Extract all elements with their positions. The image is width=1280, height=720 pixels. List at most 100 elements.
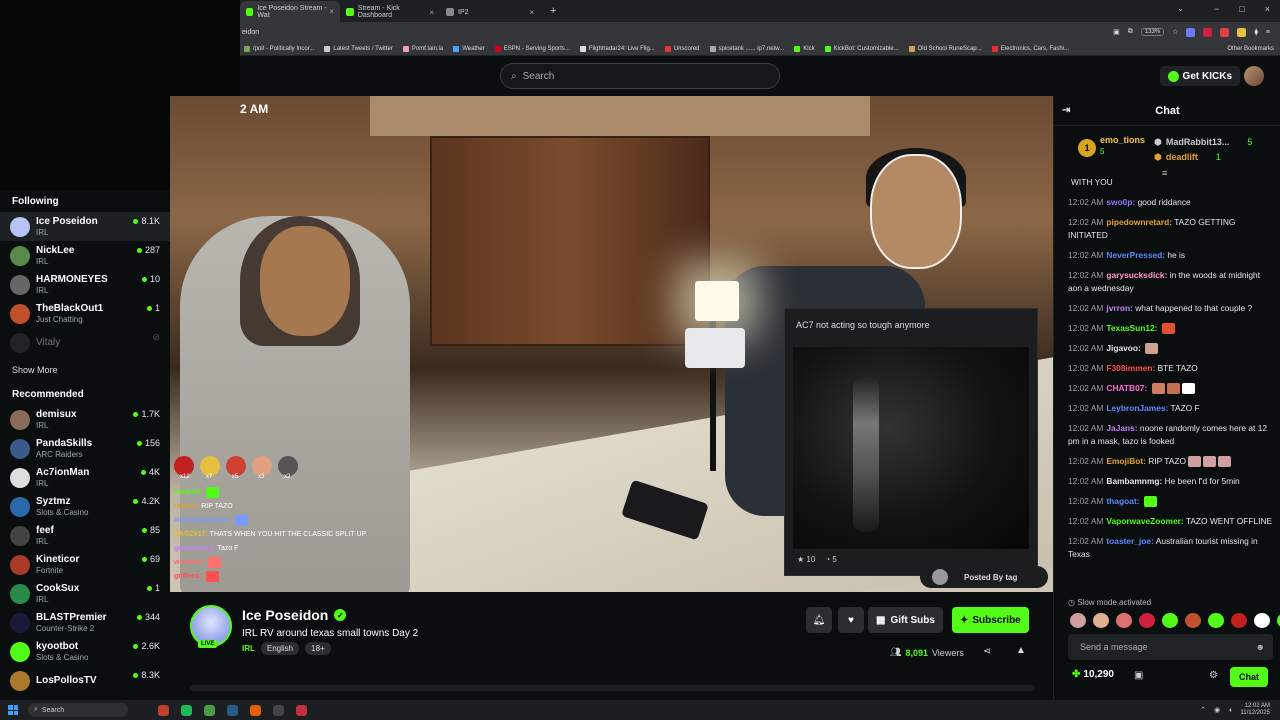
gifter-row[interactable]: ⬢ deadlift 1 <box>1154 150 1252 165</box>
bookmark-item[interactable]: Electronics, Cars, Fashi... <box>991 45 1069 52</box>
message-username[interactable]: toaster_joe: <box>1106 536 1153 546</box>
extensions-puzzle-icon[interactable]: ⧫ <box>1254 28 1257 36</box>
quick-emote-button[interactable] <box>1162 613 1178 628</box>
channel-item[interactable]: Syztmz Slots & Casino 4.2K <box>0 492 170 521</box>
tab-close-icon[interactable]: × <box>329 7 334 16</box>
windows-start-icon[interactable] <box>8 705 18 715</box>
follow-heart-button[interactable]: ♥ <box>838 607 864 633</box>
message-username[interactable]: pipedownretard: <box>1106 217 1172 227</box>
browser-tab[interactable]: Stream - Kick Dashboard × <box>340 2 440 22</box>
message-username[interactable]: Jigavoo: <box>1106 343 1140 353</box>
extension-icon[interactable] <box>1186 27 1196 37</box>
quick-emote-button[interactable] <box>1116 613 1132 628</box>
stream-category-link[interactable]: IRL <box>242 644 255 653</box>
report-icon[interactable]: ▲ <box>1016 645 1026 656</box>
channel-item[interactable]: PandaSkills ARC Raiders 156 <box>0 434 170 463</box>
taskbar-app-icon[interactable] <box>158 704 169 716</box>
message-username[interactable]: garysucksdick: <box>1106 270 1167 280</box>
gift-subs-button[interactable]: ▦ Gift Subs <box>868 607 943 633</box>
quick-emote-button[interactable] <box>1139 613 1155 628</box>
bookmark-item[interactable]: Old School RuneScap... <box>908 45 982 52</box>
user-avatar[interactable] <box>1244 66 1264 86</box>
channel-item[interactable]: NickLee IRL 287 <box>0 241 170 270</box>
streamer-name[interactable]: Ice Poseidon <box>242 607 328 623</box>
emoji-picker-icon[interactable]: ☻ <box>1256 642 1265 652</box>
message-username[interactable]: NeverPressed: <box>1106 250 1165 260</box>
extension-icon[interactable] <box>1203 27 1213 37</box>
taskbar-search[interactable]: ⌕ Search <box>28 703 128 717</box>
bookmark-item[interactable]: Kick <box>794 45 815 52</box>
channel-item[interactable]: HARMONEYES IRL 10 <box>0 270 170 299</box>
network-icon[interactable]: ◉ <box>1214 706 1220 714</box>
message-username[interactable]: LeybronJames: <box>1106 403 1168 413</box>
channel-item[interactable]: LosPollosTV 8.3K <box>0 666 170 695</box>
top-gifter[interactable]: emo_tions 5 <box>1100 135 1145 156</box>
firefox-icon[interactable] <box>250 704 261 716</box>
extension-icon[interactable] <box>1220 27 1230 37</box>
browser-tab[interactable]: IP2 × <box>440 2 540 22</box>
tab-search-icon[interactable]: ⌄ <box>1177 4 1184 13</box>
gifter-row[interactable]: ⬢ MadRabbit13... 5 <box>1154 135 1252 150</box>
bookmark-item[interactable]: spicetank ...... ip7.netw... <box>709 45 784 52</box>
message-username[interactable]: Bambamnmg: <box>1106 476 1162 486</box>
other-bookmarks[interactable]: Other Bookmarks <box>1227 46 1274 52</box>
address-bar[interactable]: eidon ▣ ⧉ 133% ☆ ⧫ ≡ <box>240 22 1280 42</box>
share-icon[interactable]: ⋖ <box>983 646 991 657</box>
channel-item[interactable]: TheBlackOut1 Just Chatting 1 <box>0 299 170 328</box>
bookmark-item[interactable]: Unscored <box>664 45 700 52</box>
bookmark-item[interactable]: Flightradar24: Live Flig... <box>579 45 655 52</box>
chat-message-input[interactable]: Send a message ☻ <box>1068 634 1273 660</box>
message-username[interactable]: jvrron: <box>1106 303 1133 313</box>
message-username[interactable]: TexasSun12: <box>1106 323 1157 333</box>
cast-icon[interactable]: ⧉ <box>1128 28 1133 36</box>
channel-item[interactable]: Vitaly ⊘ <box>0 328 170 357</box>
spotify-icon[interactable] <box>181 704 192 716</box>
new-tab-button[interactable]: + <box>550 5 556 17</box>
channel-item[interactable]: Ice Poseidon IRL 8.1K <box>0 212 170 241</box>
tab-close-icon[interactable]: × <box>529 8 534 17</box>
message-username[interactable]: swo0p: <box>1106 197 1135 207</box>
taskbar-app-icon[interactable] <box>296 704 307 716</box>
bookmark-item[interactable]: Latest Tweets / Twitter <box>324 45 393 52</box>
quick-emote-button[interactable] <box>1231 613 1247 628</box>
tab-close-icon[interactable]: × <box>429 8 434 17</box>
channel-item[interactable]: feef IRL 85 <box>0 521 170 550</box>
channel-item[interactable]: CookSux IRL 1 <box>0 579 170 608</box>
taskbar-app-icon[interactable] <box>273 704 284 716</box>
browser-tab[interactable]: Ice Poseidon Stream - Wat × <box>240 1 340 22</box>
extension-icon[interactable] <box>1237 27 1247 37</box>
subscribe-button[interactable]: ✦ Subscribe <box>952 607 1029 633</box>
message-username[interactable]: EmojiBot: <box>1106 456 1146 466</box>
bookmark-item[interactable]: ESPN - Serving Sports... <box>494 45 570 52</box>
tag-mature[interactable]: 18+ <box>305 642 331 655</box>
channel-item[interactable]: Ac7ionMan IRL 4K <box>0 463 170 492</box>
maximize-button[interactable]: □ <box>1239 4 1244 14</box>
search-input[interactable]: ⌕ Search <box>500 63 780 89</box>
quick-emote-button[interactable] <box>1254 613 1270 628</box>
quick-emote-button[interactable] <box>1208 613 1224 628</box>
zoom-level[interactable]: 133% <box>1140 28 1165 36</box>
message-username[interactable]: VaporwaveZoomer: <box>1106 516 1183 526</box>
close-window-button[interactable]: × <box>1265 4 1270 14</box>
minimize-button[interactable]: − <box>1214 4 1219 14</box>
install-app-icon[interactable]: ▣ <box>1113 28 1120 36</box>
tray-chevron-icon[interactable]: ⌃ <box>1200 706 1206 714</box>
volume-icon[interactable]: ◖ <box>1228 707 1232 714</box>
quick-emote-button[interactable] <box>1093 613 1109 628</box>
bookmark-item[interactable]: /pol/ - Politically Incor... <box>244 45 314 52</box>
message-username[interactable]: JaJans: <box>1106 423 1137 433</box>
message-username[interactable]: F308immen: <box>1106 363 1155 373</box>
steam-icon[interactable] <box>227 704 238 716</box>
get-kicks-button[interactable]: Get KICKs <box>1159 66 1240 86</box>
chat-settings-icon[interactable]: ⚙ <box>1209 670 1218 681</box>
collapse-chat-icon[interactable]: ⇥ <box>1062 105 1070 116</box>
channel-points[interactable]: ✤ 10,290 <box>1072 669 1114 680</box>
channel-item[interactable]: BLASTPremier Counter-Strike 2 344 <box>0 608 170 637</box>
store-icon[interactable]: ▣ <box>1134 670 1143 681</box>
show-more-button[interactable]: Show More <box>0 357 170 383</box>
bookmark-item[interactable]: Weather <box>453 45 485 52</box>
channel-item[interactable]: demisux IRL 1.7K <box>0 405 170 434</box>
notification-bell-button[interactable]: 🔔︎ <box>806 607 832 633</box>
bookmark-star-icon[interactable]: ☆ <box>1172 28 1178 36</box>
bookmark-item[interactable]: Pomf.lain.la <box>402 45 443 52</box>
